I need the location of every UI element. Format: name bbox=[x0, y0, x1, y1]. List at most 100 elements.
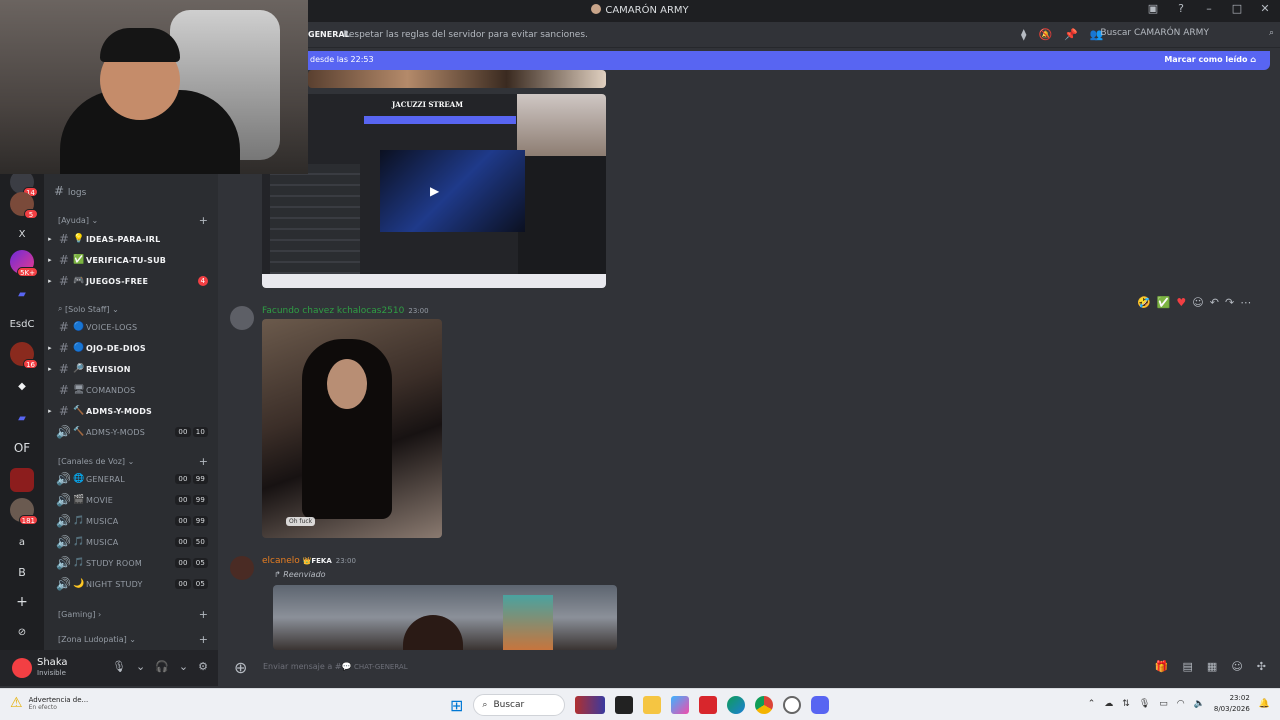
server-icon[interactable]: 5K+ bbox=[10, 250, 38, 277]
server-icon[interactable]: 181 bbox=[10, 498, 38, 525]
wifi-icon[interactable]: ◠ bbox=[1177, 699, 1185, 709]
message-image-partial[interactable] bbox=[308, 70, 606, 88]
avatar[interactable] bbox=[230, 556, 254, 580]
chevron-up-icon[interactable]: ⌃ bbox=[1088, 699, 1096, 709]
message-image-photo[interactable]: Oh fuck bbox=[262, 319, 442, 538]
category-gaming[interactable]: [Gaming] › + bbox=[58, 607, 218, 621]
notifications-bell-icon[interactable]: 🔔 bbox=[1259, 699, 1270, 709]
obs-icon[interactable] bbox=[783, 696, 802, 714]
app-icon[interactable] bbox=[575, 696, 606, 714]
gift-icon[interactable]: 🎁 bbox=[1155, 660, 1169, 673]
add-channel-icon[interactable]: + bbox=[199, 455, 208, 468]
reaction-laugh-icon[interactable]: 🤣 bbox=[1137, 296, 1151, 309]
task-view-icon[interactable] bbox=[615, 696, 634, 714]
channel-item[interactable]: ▸ # 💡 IDEAS-PARA-IRL bbox=[44, 229, 218, 249]
clock[interactable]: 23:02 8/03/2026 bbox=[1214, 693, 1250, 715]
user-name[interactable]: Shaka bbox=[37, 657, 68, 668]
server-icon[interactable]: a bbox=[10, 530, 34, 554]
apps-icon[interactable]: ✣ bbox=[1257, 660, 1266, 673]
category-zona-ludopatia[interactable]: [Zona Ludopatia] ⌄ + bbox=[58, 632, 218, 646]
message-input[interactable]: Enviar mensaje a #💬 CHAT-GENERAL bbox=[263, 662, 408, 671]
server-icon[interactable]: OF bbox=[10, 436, 34, 460]
wps-icon[interactable] bbox=[699, 696, 718, 714]
author-name[interactable]: Facundo chavez kchalocas2510 bbox=[262, 306, 404, 316]
gear-icon[interactable]: ⚙ bbox=[198, 660, 208, 673]
add-channel-icon[interactable]: + bbox=[199, 214, 208, 227]
message-image-forwarded[interactable] bbox=[273, 585, 617, 650]
server-icon[interactable]: B bbox=[10, 560, 34, 584]
chevron-down-icon[interactable]: ⌄ bbox=[179, 660, 188, 673]
reaction-check-icon[interactable]: ✅ bbox=[1157, 296, 1171, 309]
voice-channel-item[interactable]: 🔊 🌐 GENERAL 00 99 bbox=[44, 469, 218, 489]
inbox-icon[interactable]: ▣ bbox=[1146, 2, 1160, 15]
channel-item[interactable]: ▸ # 🔎 REVISION bbox=[44, 359, 218, 379]
voice-channel-item[interactable]: 🔊 🎵 STUDY ROOM 00 05 bbox=[44, 553, 218, 573]
search-box[interactable]: Buscar CAMARÓN ARMY ⌕ bbox=[1100, 28, 1274, 38]
channel-logs[interactable]: # logs bbox=[54, 184, 86, 198]
add-channel-icon[interactable]: + bbox=[199, 633, 208, 646]
gif-icon[interactable]: ▤ bbox=[1183, 660, 1193, 673]
avatar[interactable] bbox=[230, 306, 254, 330]
attach-button[interactable]: ⊕ bbox=[234, 658, 247, 677]
search-input[interactable]: Buscar CAMARÓN ARMY bbox=[1100, 28, 1209, 38]
channel-item[interactable]: ▸ # ✅ VERIFICA-TU-SUB bbox=[44, 250, 218, 270]
taskbar-search[interactable]: ⌕ Buscar bbox=[473, 694, 566, 716]
chrome-icon[interactable] bbox=[755, 696, 774, 714]
more-icon[interactable]: ⋯ bbox=[1240, 296, 1251, 309]
emoji-icon[interactable]: ☺ bbox=[1231, 660, 1242, 673]
channel-topic[interactable]: Respetar las reglas del servidor para ev… bbox=[343, 30, 588, 40]
message-image-screenshot[interactable]: JACUZZI STREAM ▶ bbox=[262, 94, 606, 288]
folder-icon[interactable]: ▰ bbox=[10, 406, 34, 430]
headphones-icon[interactable]: 🎧 bbox=[155, 660, 169, 673]
server-icon[interactable]: X bbox=[10, 222, 34, 246]
network-status-icon[interactable]: ⇅ bbox=[1122, 699, 1130, 709]
play-icon[interactable]: ▶ bbox=[430, 184, 439, 198]
server-icon[interactable]: 5 bbox=[10, 192, 38, 219]
channel-item[interactable]: # 🔵 VOICE-LOGS bbox=[44, 317, 218, 337]
message-author[interactable]: elcanelo 👑FEKA 23:00 bbox=[262, 556, 356, 566]
folder-icon[interactable]: ▰ bbox=[10, 282, 34, 306]
voice-channel-item[interactable]: 🔊 🎵 MUSICA 00 99 bbox=[44, 511, 218, 531]
pin-icon[interactable]: 📌 bbox=[1064, 28, 1078, 41]
copilot-icon[interactable] bbox=[671, 696, 690, 714]
server-icon[interactable]: EsdC bbox=[8, 312, 36, 336]
voice-channel-item[interactable]: 🔊 🌙 NIGHT STUDY 00 05 bbox=[44, 574, 218, 594]
message-author[interactable]: Facundo chavez kchalocas2510 23:00 bbox=[262, 306, 429, 316]
server-icon[interactable] bbox=[10, 468, 34, 492]
server-icon[interactable]: 16 bbox=[10, 342, 38, 369]
microphone-icon[interactable]: 🎙 bbox=[1139, 699, 1150, 709]
display-icon[interactable]: ▭ bbox=[1159, 699, 1168, 709]
taskbar-warning[interactable]: ⚠ Advertencia de... En efecto bbox=[10, 695, 88, 711]
chevron-down-icon[interactable]: ⌄ bbox=[136, 660, 145, 673]
user-avatar[interactable] bbox=[12, 658, 32, 678]
forward-icon[interactable]: ↷ bbox=[1225, 296, 1234, 309]
sticker-icon[interactable]: ▦ bbox=[1207, 660, 1217, 673]
edge-icon[interactable] bbox=[727, 696, 746, 714]
threads-icon[interactable]: ⧫ bbox=[1021, 28, 1026, 41]
discord-icon[interactable] bbox=[811, 696, 830, 714]
reply-icon[interactable]: ↶ bbox=[1210, 296, 1219, 309]
file-explorer-icon[interactable] bbox=[643, 696, 662, 714]
category-ayuda[interactable]: [Ayuda] ⌄ + bbox=[58, 213, 218, 227]
add-channel-icon[interactable]: + bbox=[199, 608, 208, 621]
channel-item[interactable]: ▸ # 🎮 JUEGOS-FREE 4 bbox=[44, 271, 218, 291]
mark-read-button[interactable]: Marcar como leído ⌂ bbox=[1164, 55, 1256, 64]
minimize-button[interactable]: – bbox=[1202, 2, 1216, 15]
windows-start-icon[interactable]: ⊞ bbox=[450, 696, 463, 715]
discord-bot-icon[interactable]: ◆ bbox=[10, 374, 34, 398]
channel-item[interactable]: ▸ # 🔨 ADMS-Y-MODS bbox=[44, 401, 218, 421]
microphone-icon[interactable]: 🎙 bbox=[112, 660, 126, 673]
help-icon[interactable]: ? bbox=[1174, 2, 1188, 15]
reaction-heart-icon[interactable]: ♥ bbox=[1176, 296, 1186, 309]
volume-icon[interactable]: 🔈 bbox=[1194, 699, 1205, 709]
add-reaction-icon[interactable]: ☺ bbox=[1192, 296, 1203, 309]
channel-item[interactable]: ▸ # 🔵 OJO-DE-DIOS bbox=[44, 338, 218, 358]
discover-icon[interactable]: ⊘ bbox=[10, 620, 34, 644]
new-messages-bar[interactable]: desde las 22:53 Marcar como leído ⌂ bbox=[300, 51, 1270, 70]
category-solo-staff[interactable]: ⌕ [Solo Staff] ⌄ bbox=[58, 302, 218, 316]
onedrive-icon[interactable]: ☁ bbox=[1104, 699, 1113, 709]
category-canales-voz[interactable]: [Canales de Voz] ⌄ + bbox=[58, 454, 218, 468]
voice-channel-item[interactable]: 🔊 🎵 MUSICA 00 50 bbox=[44, 532, 218, 552]
voice-channel-item[interactable]: 🔊 🔨 ADMS-Y-MODS 00 10 bbox=[44, 422, 218, 442]
author-name[interactable]: elcanelo bbox=[262, 556, 300, 566]
